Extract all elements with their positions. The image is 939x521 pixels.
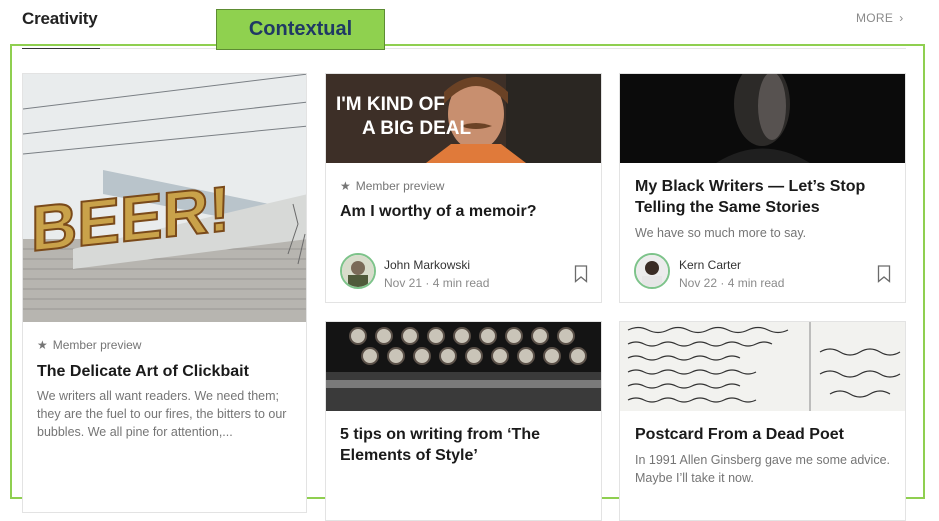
story-image-portrait <box>620 74 905 163</box>
author-name[interactable]: Kern Carter <box>679 258 741 272</box>
story-card-elements-of-style[interactable]: 5 tips on writing from ‘The Elements of … <box>325 321 602 521</box>
story-card-clickbait[interactable]: BEER! ★ Member preview The Delicate Art o… <box>22 73 307 513</box>
story-excerpt: We writers all want readers. We need the… <box>37 389 287 439</box>
post-meta: Nov 21 · 4 min read <box>384 276 490 290</box>
story-image-big-deal-meme: I'M KIND OF A BIG DEAL <box>326 74 601 163</box>
story-title[interactable]: Postcard From a Dead Poet <box>635 424 895 445</box>
more-label: MORE <box>856 11 894 25</box>
chevron-right-icon: › <box>899 11 904 25</box>
story-image-handwritten-postcard <box>620 322 905 411</box>
story-subtitle: In 1991 Allen Ginsberg gave me some advi… <box>635 453 891 485</box>
star-icon: ★ <box>340 179 351 193</box>
story-card-black-writers[interactable]: My Black Writers — Let’s Stop Telling th… <box>619 73 906 303</box>
story-title[interactable]: My Black Writers — Let’s Stop Telling th… <box>635 176 895 218</box>
section-title: Creativity <box>22 9 98 28</box>
bookmark-icon[interactable] <box>877 265 891 283</box>
member-preview-label: ★ Member preview <box>340 179 445 193</box>
story-title[interactable]: The Delicate Art of Clickbait <box>37 361 297 382</box>
more-link[interactable]: MORE › <box>856 11 904 25</box>
story-title[interactable]: 5 tips on writing from ‘The Elements of … <box>340 424 590 466</box>
bookmark-icon[interactable] <box>574 265 588 283</box>
contextual-annotation-label: Contextual <box>216 9 385 50</box>
story-title[interactable]: Am I worthy of a memoir? <box>340 201 590 222</box>
member-preview-label: ★ Member preview <box>37 338 142 352</box>
story-card-memoir[interactable]: I'M KIND OF A BIG DEAL ★ Member preview A… <box>325 73 602 303</box>
star-icon: ★ <box>37 338 48 352</box>
story-card-postcard[interactable]: Postcard From a Dead Poet In 1991 Allen … <box>619 321 906 521</box>
author-avatar[interactable] <box>340 253 376 289</box>
author-name[interactable]: John Markowski <box>384 258 470 272</box>
meme-text-line-2: A BIG DEAL <box>362 118 471 139</box>
meme-text-line-1: I'M KIND OF <box>336 94 445 115</box>
story-subtitle: We have so much more to say. <box>635 226 807 240</box>
post-meta: Nov 22 · 4 min read <box>679 276 785 290</box>
author-avatar[interactable] <box>634 253 670 289</box>
story-image-typewriter <box>326 322 601 411</box>
story-image-beer-sign: BEER! <box>23 74 306 322</box>
